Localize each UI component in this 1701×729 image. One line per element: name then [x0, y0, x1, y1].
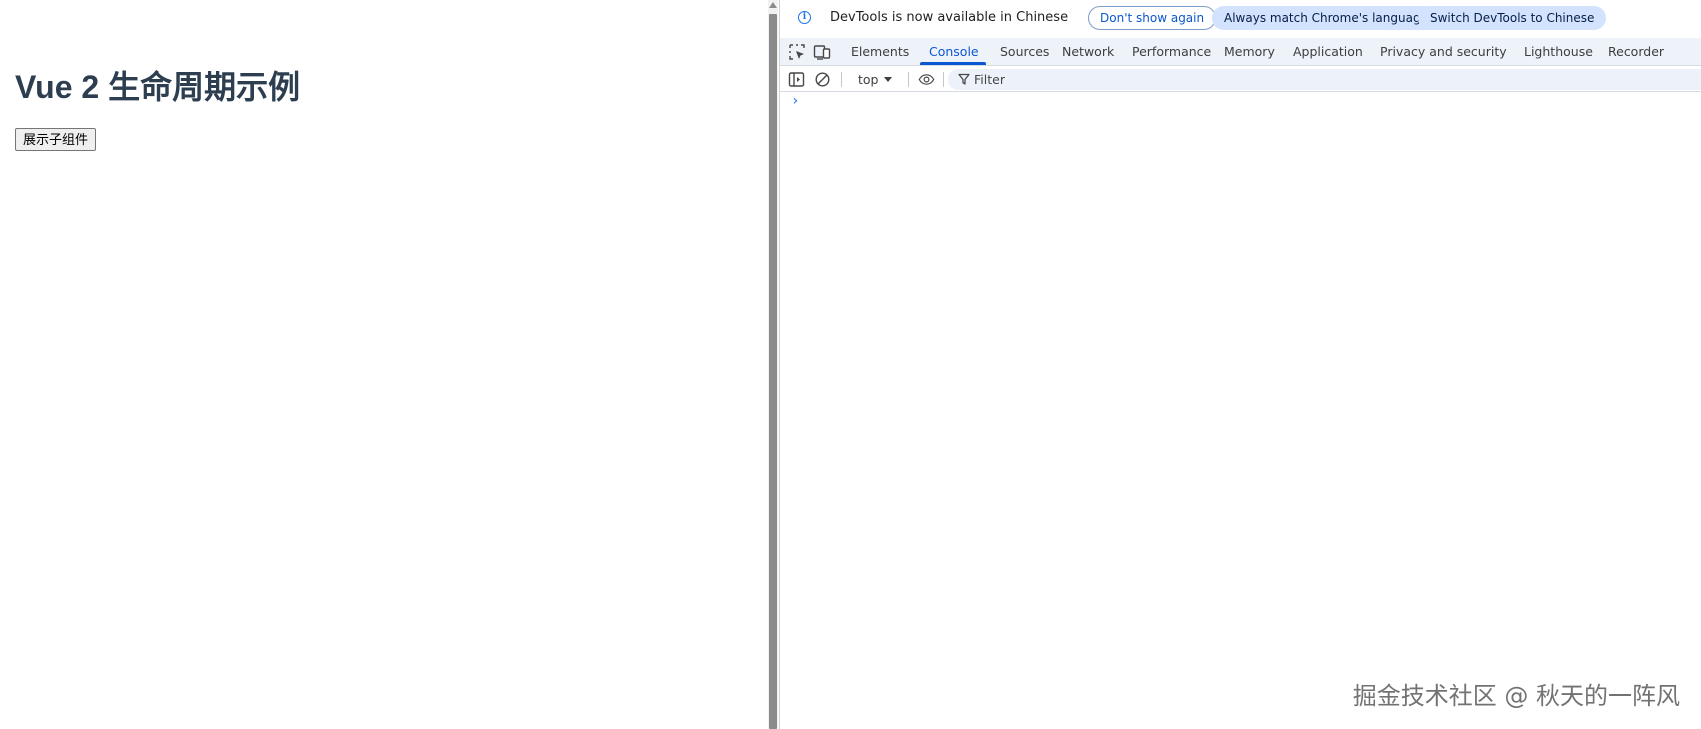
live-expression-eye-icon[interactable] [918, 71, 935, 88]
always-match-language-button[interactable]: Always match Chrome's language [1212, 6, 1440, 30]
sidebar-toggle-icon[interactable] [788, 71, 805, 88]
active-tab-indicator [920, 62, 986, 65]
devtools-tab-bar: Elements Console Sources Network Perform… [780, 38, 1701, 66]
js-context-value: top [858, 72, 879, 87]
toolbar-separator [841, 72, 842, 87]
watermark: 掘金技术社区 @ 秋天的一阵风 [1352, 682, 1680, 710]
tab-lighthouse[interactable]: Lighthouse [1524, 38, 1593, 65]
tab-sources[interactable]: Sources [1000, 38, 1049, 65]
chevron-down-icon [884, 77, 893, 82]
filter-funnel-icon [958, 73, 970, 85]
scroll-up-arrow-icon[interactable] [769, 2, 777, 8]
tab-elements[interactable]: Elements [851, 38, 909, 65]
tab-network[interactable]: Network [1062, 38, 1114, 65]
page-viewport: Vue 2 生命周期示例 展示子组件 [0, 0, 770, 729]
language-infobar: i DevTools is now available in Chinese D… [780, 0, 1701, 36]
console-toolbar: top [780, 67, 1701, 92]
console-prompt-icon[interactable]: › [791, 93, 799, 109]
switch-to-chinese-button[interactable]: Switch DevTools to Chinese [1418, 6, 1607, 30]
toolbar-separator [908, 72, 909, 87]
devtools-panel: i DevTools is now available in Chinese D… [780, 0, 1701, 729]
device-toolbar-icon[interactable] [813, 43, 831, 61]
console-output[interactable]: › [780, 93, 1701, 729]
inspect-element-icon[interactable] [788, 43, 806, 61]
tab-application[interactable]: Application [1293, 38, 1363, 65]
clear-console-icon[interactable] [814, 71, 831, 88]
tab-console[interactable]: Console [929, 38, 979, 65]
scrollbar-thumb[interactable] [769, 14, 777, 729]
filter-box[interactable] [948, 69, 1701, 90]
page-title: Vue 2 生命周期示例 [15, 69, 301, 105]
dont-show-again-button[interactable]: Don't show again [1088, 6, 1217, 30]
tab-memory[interactable]: Memory [1224, 38, 1275, 65]
page-scrollbar[interactable] [768, 0, 778, 729]
show-child-component-button[interactable]: 展示子组件 [15, 128, 97, 151]
js-context-select[interactable]: top [858, 70, 893, 89]
tab-performance[interactable]: Performance [1132, 38, 1211, 65]
filter-input[interactable] [974, 69, 1674, 90]
infobar-message: DevTools is now available in Chinese [830, 10, 1069, 25]
info-icon: i [798, 11, 811, 24]
tab-recorder[interactable]: Recorder [1608, 38, 1664, 65]
toolbar-separator [943, 72, 944, 87]
tab-privacy-and-security[interactable]: Privacy and security [1380, 38, 1507, 65]
